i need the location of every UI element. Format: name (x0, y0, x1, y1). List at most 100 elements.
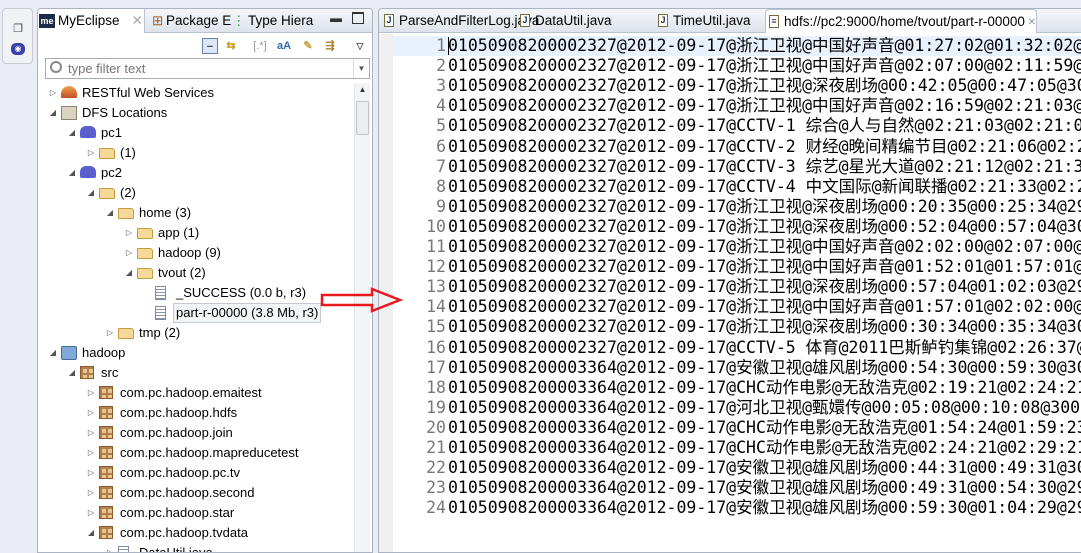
expand-toggle-icon[interactable]: ▷ (124, 223, 134, 243)
filter-icon[interactable]: ⇶ (322, 38, 338, 54)
scroll-up-icon[interactable]: ▲ (355, 85, 370, 94)
editor-tab[interactable]: J DataUtil.java (517, 9, 612, 33)
collapse-toggle-icon[interactable]: ◢ (86, 523, 96, 543)
line-text: 01050908200003364@2012-09-17@安徽卫视@雄风剧场@0… (448, 498, 1081, 518)
collapse-toggle-icon[interactable]: ◢ (86, 183, 96, 203)
pkg-icon (80, 366, 94, 379)
restore-icon[interactable]: ❐ (11, 23, 25, 35)
filter-input[interactable] (68, 60, 348, 77)
line-number: 7 (436, 156, 446, 176)
tree-item-label: com.pc.hadoop.mapreducetest (120, 445, 299, 460)
tree-item[interactable]: ▷ com.pc.hadoop.join (38, 423, 354, 443)
tab-package-explorer[interactable]: ⊞ Package E (146, 9, 231, 33)
tree-item[interactable]: part-r-00000 (3.8 Mb, r3) (38, 303, 354, 323)
tree-item-label: (2) (120, 185, 136, 200)
tree-item[interactable]: ◢ pc1 (38, 123, 354, 143)
scrollbar-thumb[interactable] (356, 101, 369, 135)
tab-type-hierarchy[interactable]: ⋮ Type Hiera (228, 9, 328, 33)
pkg-icon (99, 446, 113, 459)
expand-toggle-icon[interactable]: ▷ (105, 543, 115, 552)
collapse-toggle-icon[interactable]: ◢ (67, 163, 77, 183)
editor-tab[interactable]: J TimeUtil.java (655, 9, 751, 33)
expand-toggle-icon[interactable]: ▷ (86, 443, 96, 463)
view-menu-icon[interactable]: ▽ (352, 38, 368, 54)
editor-line: 20 01050908200003364@2012-09-17@CHC动作电影@无… (393, 418, 1081, 438)
tree-item[interactable]: ▷ app (1) (38, 223, 354, 243)
tree-item[interactable]: ▷ DataUtil.java (38, 543, 354, 552)
editor-text[interactable]: 1 01050908200002327@2012-09-17@浙江卫视@中国好声音… (393, 36, 1081, 552)
line-number: 4 (436, 96, 446, 116)
tree-item[interactable]: ▷ com.pc.hadoop.emaitest (38, 383, 354, 403)
tree-item[interactable]: ◢ pc2 (38, 163, 354, 183)
filter-input-box[interactable]: ▼ (45, 58, 370, 79)
expand-toggle-icon[interactable]: ▷ (86, 143, 96, 163)
line-number: 12 (426, 257, 446, 277)
dropdown-icon[interactable]: ▼ (353, 59, 369, 78)
maximize-icon[interactable] (352, 12, 364, 24)
close-icon[interactable]: × (1028, 14, 1036, 29)
editor-line: 1 01050908200002327@2012-09-17@浙江卫视@中国好声音… (393, 36, 1081, 56)
project-tree: ▷ RESTful Web Services ◢ DFS Locations ◢ pc1 ▷… (38, 83, 354, 552)
collapse-toggle-icon[interactable]: ◢ (124, 263, 134, 283)
collapse-toggle-icon[interactable]: ◢ (67, 123, 77, 143)
editor-tab[interactable]: J ParseAndFilterLog.java (381, 9, 539, 33)
pkg-icon (99, 506, 113, 519)
expand-toggle-icon[interactable]: ▷ (86, 403, 96, 423)
collapse-all-icon[interactable]: − (202, 38, 218, 54)
editor-tab[interactable]: ≡ hdfs://pc2:9000/home/tvout/part-r-00000… (765, 9, 1037, 33)
line-text: 01050908200003364@2012-09-17@CHC动作电影@无敌浩… (448, 377, 1081, 397)
link-with-editor-icon[interactable]: ⇆ (223, 38, 239, 54)
tree-item[interactable]: ◢ com.pc.hadoop.tvdata (38, 523, 354, 543)
tree-item-label: com.pc.hadoop.star (120, 505, 235, 520)
expand-toggle-icon[interactable]: ▷ (124, 243, 134, 263)
collapse-toggle-icon[interactable]: ◢ (105, 203, 115, 223)
perspective-eye-icon[interactable]: ◉ (11, 43, 25, 55)
tree-item[interactable]: ◢ src (38, 363, 354, 383)
tree-item[interactable]: ◢ hadoop (38, 343, 354, 363)
tree-item[interactable]: ▷ com.pc.hadoop.star (38, 503, 354, 523)
case-icon[interactable]: aA (276, 38, 292, 54)
collapse-toggle-icon[interactable]: ◢ (48, 343, 58, 363)
line-number: 10 (426, 216, 446, 236)
line-text: 01050908200002327@2012-09-17@浙江卫视@深夜剧场@0… (448, 317, 1081, 337)
expand-toggle-icon[interactable]: ▷ (86, 503, 96, 523)
expand-toggle-icon[interactable]: ▷ (105, 323, 115, 343)
tree-item[interactable]: ◢ tvout (2) (38, 263, 354, 283)
tree-item[interactable]: ▷ com.pc.hadoop.pc.tv (38, 463, 354, 483)
editor-line: 15 01050908200002327@2012-09-17@浙江卫视@深夜剧场… (393, 317, 1081, 337)
expand-toggle-icon[interactable]: ▷ (86, 463, 96, 483)
expand-toggle-icon[interactable]: ▷ (48, 83, 58, 103)
tree-item[interactable]: ▷ RESTful Web Services (38, 83, 354, 103)
tree-item[interactable]: ◢ home (3) (38, 203, 354, 223)
folder-icon (137, 268, 153, 279)
tree-item[interactable]: ▷ (1) (38, 143, 354, 163)
folder-icon (99, 148, 115, 159)
editor-line: 3 01050908200002327@2012-09-17@浙江卫视@深夜剧场@… (393, 76, 1081, 96)
tree-item[interactable]: ▷ com.pc.hadoop.hdfs (38, 403, 354, 423)
tree-item[interactable]: ◢ (2) (38, 183, 354, 203)
pkg-icon (99, 426, 113, 439)
tree-scrollbar[interactable]: ▲ (354, 83, 370, 552)
close-icon[interactable]: ✕ (132, 13, 143, 28)
regex-icon[interactable]: [.*] (252, 38, 268, 54)
tree-item[interactable]: ▷ tmp (2) (38, 323, 354, 343)
tree-item[interactable]: ▷ com.pc.hadoop.second (38, 483, 354, 503)
tree-item[interactable]: ▷ com.pc.hadoop.mapreducetest (38, 443, 354, 463)
line-number: 24 (426, 498, 446, 518)
collapse-toggle-icon[interactable]: ◢ (48, 103, 58, 123)
expand-toggle-icon[interactable]: ▷ (86, 423, 96, 443)
tree-item-label: tvout (2) (158, 265, 206, 280)
collapse-toggle-icon[interactable]: ◢ (67, 363, 77, 383)
pin-icon[interactable]: ✎ (300, 38, 316, 54)
expand-toggle-icon[interactable]: ▷ (86, 383, 96, 403)
editor-panel: J ParseAndFilterLog.java J DataUtil.java J Ti… (378, 8, 1081, 553)
tab-myeclipse[interactable]: me MyEclipse ✕ (38, 9, 145, 33)
expand-toggle-icon[interactable]: ▷ (86, 483, 96, 503)
perspective-trim-bar: ❐ ◉ (2, 8, 33, 64)
minimize-icon[interactable]: ▬ (330, 11, 342, 25)
tree-item[interactable]: _SUCCESS (0.0 b, r3) (38, 283, 354, 303)
tree-item[interactable]: ◢ DFS Locations (38, 103, 354, 123)
text-caret (448, 37, 449, 55)
line-text: 01050908200002327@2012-09-17@CCTV-3 综艺@星… (448, 156, 1081, 176)
tree-item[interactable]: ▷ hadoop (9) (38, 243, 354, 263)
